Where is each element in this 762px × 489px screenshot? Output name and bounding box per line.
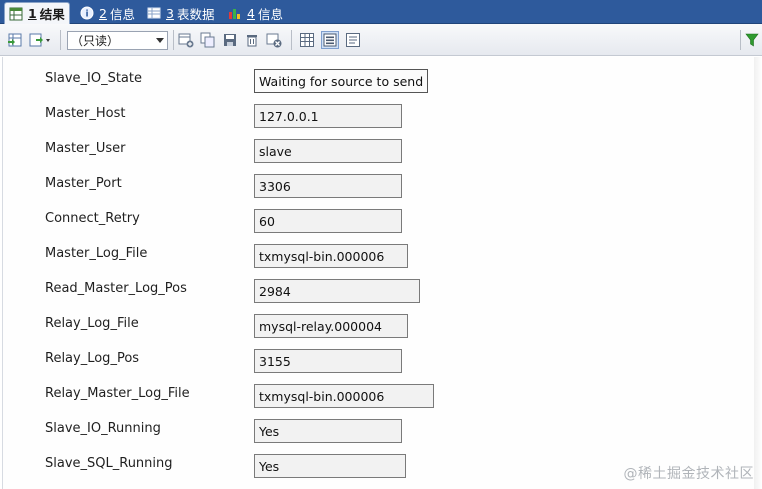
field-value-input[interactable]: 127.0.0.1 [254,104,402,128]
field-value-input[interactable]: 60 [254,209,402,233]
field-value-input[interactable]: Yes [254,454,406,478]
mode-select-value: （只读） [71,34,120,48]
tab-info-label: 信息 [109,6,135,22]
form-view-icon[interactable] [321,31,339,49]
info-chart-icon [228,6,242,20]
save-icon[interactable] [221,31,239,49]
panel-right-edge [754,57,762,489]
field-value-input[interactable]: 2984 [254,279,420,303]
tab-info-2[interactable]: 4 信息 [224,2,287,24]
field-value-input[interactable]: Waiting for source to send e [254,69,428,93]
toolbar-separator [291,30,292,50]
tab-table-data-number: 3 [166,5,174,21]
field-label: Read_Master_Log_Pos [45,281,187,296]
tab-result-number: 1 [28,6,37,21]
field-label: Relay_Master_Log_File [45,386,190,401]
field-value-input[interactable]: Yes [254,419,402,443]
info-icon: i [80,6,94,20]
field-value-input[interactable]: mysql-relay.000004 [254,314,408,338]
result-tabbar: 1 结果 i 2 信息 3 表数据 4 信息 [0,0,762,24]
import-menu-button[interactable] [27,31,53,49]
svg-text:i: i [85,10,88,20]
table-data-icon [147,6,161,20]
watermark-text: @稀土掘金技术社区 [623,466,754,482]
filter-icon[interactable] [745,31,759,49]
toolbar-separator [173,30,174,50]
tab-table-data[interactable]: 3 表数据 [143,2,218,24]
tab-info-2-label: 信息 [257,6,283,22]
delete-icon[interactable] [243,31,261,49]
tab-info-number: 2 [99,5,107,21]
tab-info-2-number: 4 [247,5,255,21]
read-only-mode-select[interactable]: （只读） [67,31,168,50]
text-view-icon[interactable] [344,31,362,49]
field-value-input[interactable]: txmysql-bin.000006 [254,384,434,408]
toolbar-separator [740,30,741,50]
field-label: Master_Host [45,106,126,121]
field-label: Master_User [45,141,126,156]
toolbar-separator [60,30,61,50]
field-label: Slave_IO_Running [45,421,161,436]
grid-view-icon[interactable] [298,31,316,49]
field-value-input[interactable]: 3155 [254,349,402,373]
tab-table-data-label: 表数据 [176,6,215,22]
result-toolbar: （只读） [0,24,762,56]
field-label: Connect_Retry [45,211,140,226]
field-value-input[interactable]: slave [254,139,402,163]
field-label: Slave_SQL_Running [45,456,173,471]
export-grid-icon[interactable] [6,31,24,49]
form-view-panel: Slave_IO_State Waiting for source to sen… [2,57,762,489]
add-row-icon[interactable] [177,31,195,49]
field-label: Master_Port [45,176,122,191]
tab-info[interactable]: i 2 信息 [76,2,139,24]
field-value-input[interactable]: txmysql-bin.000006 [254,244,408,268]
field-label: Slave_IO_State [45,71,142,86]
copy-row-icon[interactable] [199,31,217,49]
field-label: Relay_Log_File [45,316,139,331]
tab-result-label: 结果 [39,7,65,22]
tab-result[interactable]: 1 结果 [4,2,70,24]
field-value-input[interactable]: 3306 [254,174,402,198]
chevron-down-icon [156,38,164,43]
field-label: Master_Log_File [45,246,148,261]
result-grid-icon [9,7,23,21]
cancel-changes-icon[interactable] [265,31,283,49]
field-label: Relay_Log_Pos [45,351,140,366]
